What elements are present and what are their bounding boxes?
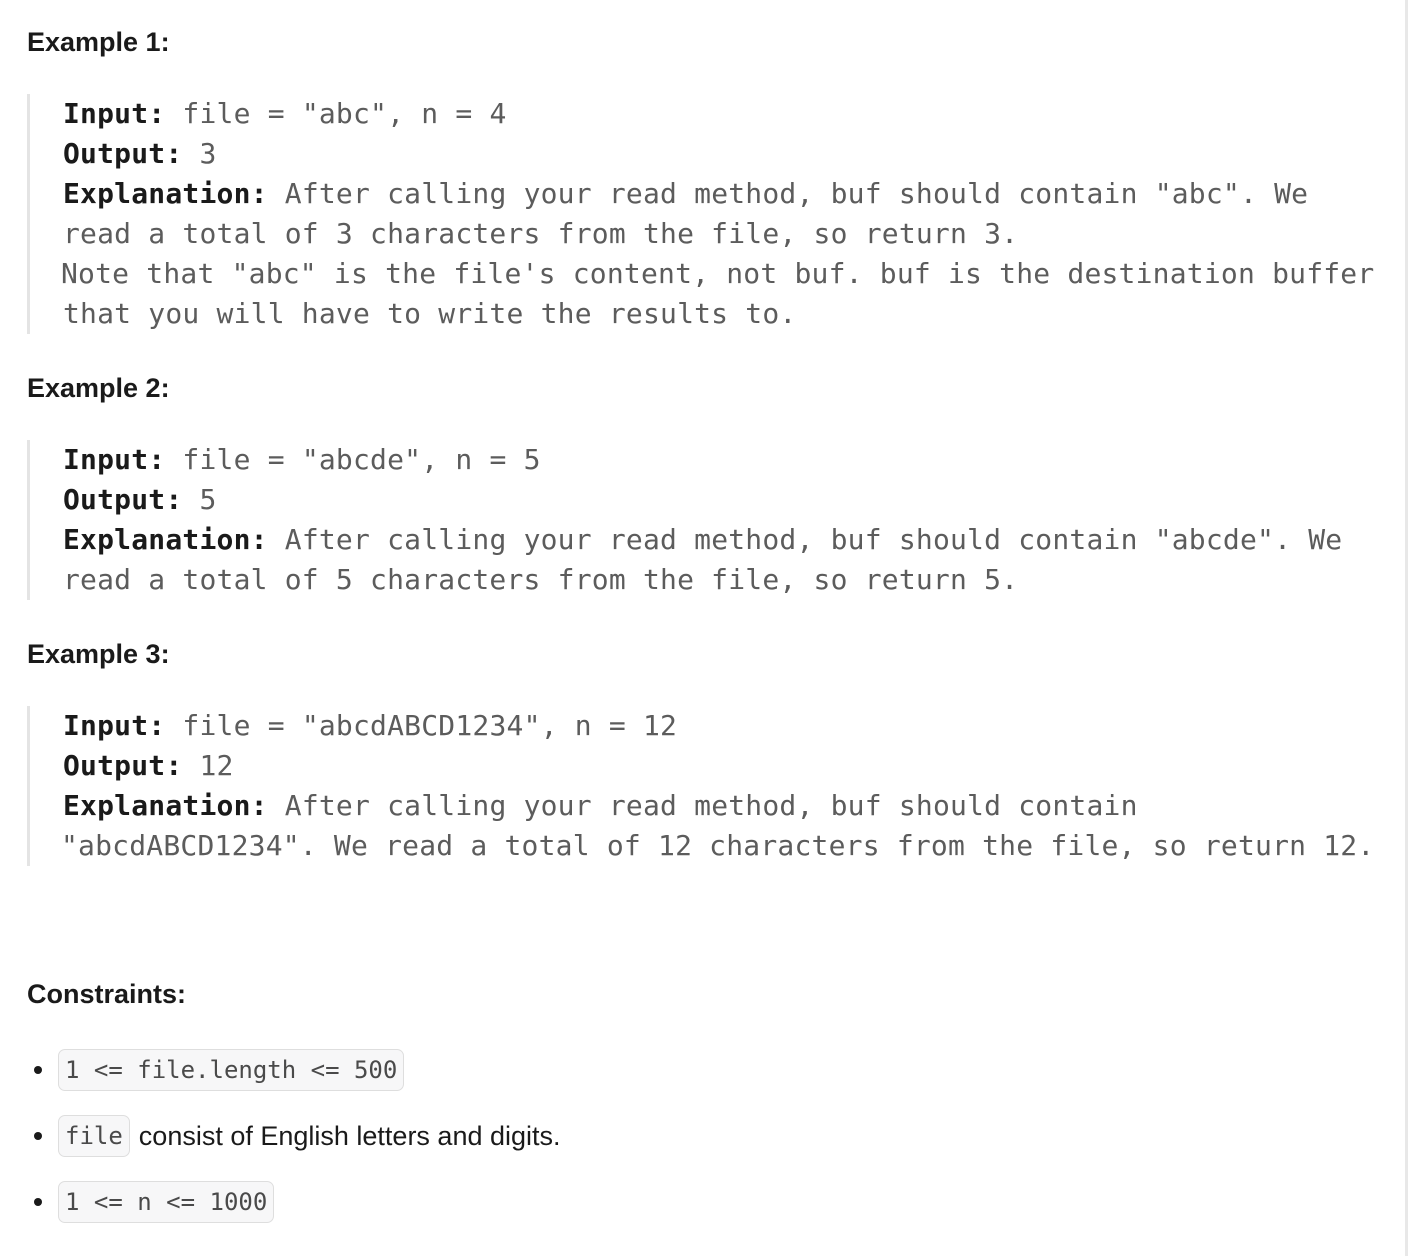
explanation-label: Explanation:: [63, 789, 268, 822]
output-label: Output:: [63, 749, 183, 782]
example-3-title: Example 3:: [27, 639, 170, 669]
example-3-explanation-line: Explanation: After calling your read met…: [63, 786, 1373, 826]
example-1-title: Example 1:: [27, 27, 170, 57]
output-value: 3: [182, 137, 217, 170]
example-1-output-line: Output: 3: [63, 134, 1373, 174]
explanation-text: After calling your read method, buf shou…: [267, 177, 1309, 210]
output-value: 5: [182, 483, 217, 516]
explanation-label: Explanation:: [63, 177, 268, 210]
explanation-text: Note that "abc" is the file's content, n…: [61, 257, 1375, 290]
bullet-icon: [34, 1066, 42, 1074]
example-2-input-line: Input: file = "abcde", n = 5: [63, 440, 1373, 480]
list-item: 1 <= file.length <= 500: [27, 1048, 561, 1092]
explanation-text: After calling your read method, buf shou…: [267, 789, 1138, 822]
example-3-block: Input: file = "abcdABCD1234", n = 12 Out…: [27, 706, 1375, 866]
input-value: file = "abcdABCD1234", n = 12: [165, 709, 678, 742]
input-value: file = "abcde", n = 5: [165, 443, 541, 476]
list-item: 1 <= n <= 1000: [27, 1180, 561, 1224]
output-value: 12: [182, 749, 234, 782]
constraints-list: 1 <= file.length <= 500 file consist of …: [27, 1048, 561, 1246]
list-item: file consist of English letters and digi…: [27, 1114, 561, 1158]
input-label: Input:: [63, 443, 166, 476]
output-label: Output:: [63, 483, 183, 516]
explanation-text: read a total of 3 characters from the fi…: [63, 217, 1019, 250]
constraint-text: consist of English letters and digits.: [138, 1120, 561, 1151]
constraint-code: file: [58, 1115, 130, 1157]
example-2-output-line: Output: 5: [63, 480, 1373, 520]
example-2-title: Example 2:: [27, 373, 170, 403]
explanation-text: read a total of 5 characters from the fi…: [63, 563, 1019, 596]
example-1-block: Input: file = "abc", n = 4 Output: 3 Exp…: [27, 94, 1375, 334]
input-value: file = "abc", n = 4: [165, 97, 507, 130]
explanation-text: "abcdABCD1234". We read a total of 12 ch…: [61, 829, 1375, 862]
explanation-text: After calling your read method, buf shou…: [267, 523, 1343, 556]
bullet-icon: [34, 1132, 42, 1140]
example-2-explanation-line: Explanation: After calling your read met…: [63, 520, 1373, 560]
example-3-input-line: Input: file = "abcdABCD1234", n = 12: [63, 706, 1373, 746]
constraints-title: Constraints:: [27, 979, 187, 1009]
output-label: Output:: [63, 137, 183, 170]
example-3-output-line: Output: 12: [63, 746, 1373, 786]
constraint-code: 1 <= file.length <= 500: [58, 1049, 405, 1091]
input-label: Input:: [63, 709, 166, 742]
example-1-input-line: Input: file = "abc", n = 4: [63, 94, 1373, 134]
explanation-text: that you will have to write the results …: [63, 297, 797, 330]
explanation-label: Explanation:: [63, 523, 268, 556]
input-label: Input:: [63, 97, 166, 130]
example-1-explanation-line: Explanation: After calling your read met…: [63, 174, 1373, 214]
bullet-icon: [34, 1198, 42, 1206]
constraint-code: 1 <= n <= 1000: [58, 1181, 275, 1223]
example-2-block: Input: file = "abcde", n = 5 Output: 5 E…: [27, 440, 1373, 600]
